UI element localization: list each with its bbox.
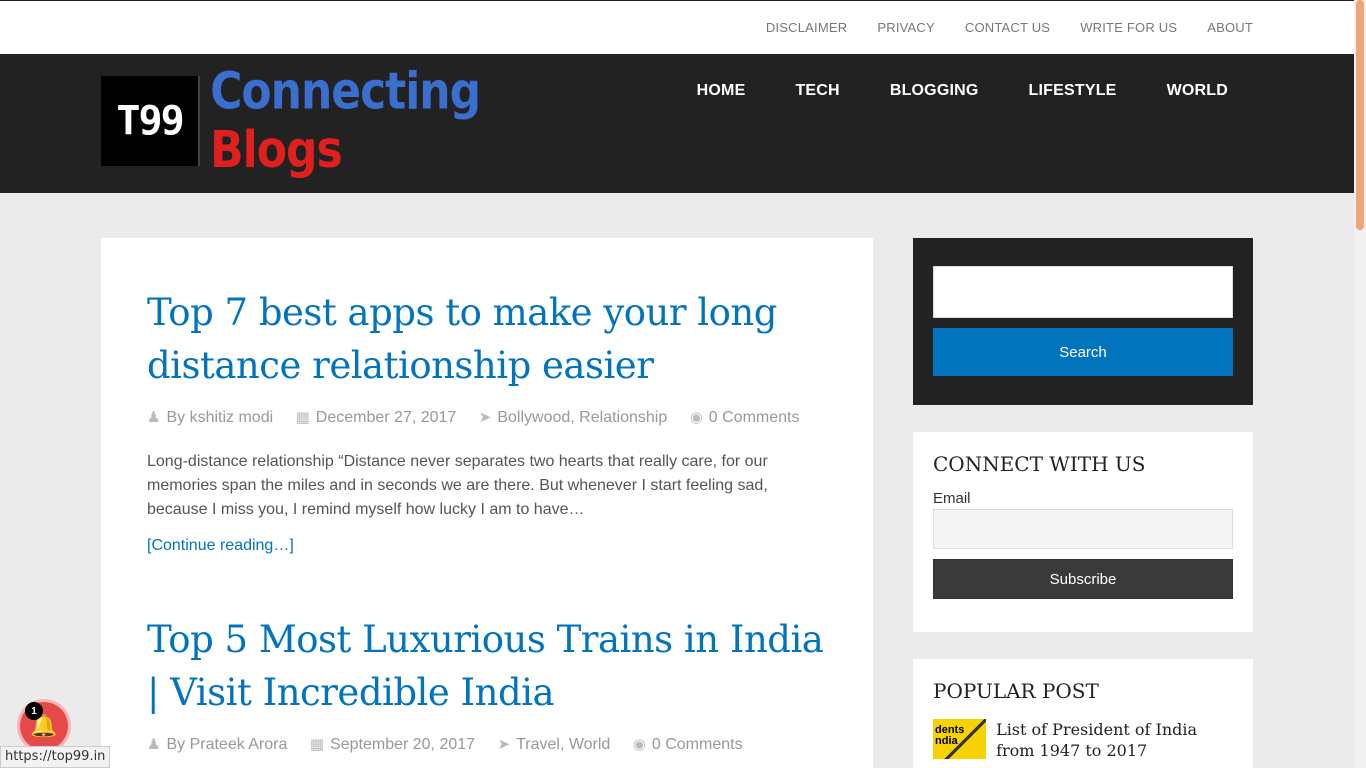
user-icon: ♟ [147, 736, 161, 753]
popular-post-widget: POPULAR POST dents ndia List of Presiden… [913, 659, 1253, 768]
post-meta: ♟ By Prateek Arora ▦ September 20, 2017 ➤ T… [147, 733, 827, 757]
notification-count-badge: 1 [25, 702, 43, 720]
email-label: Email [933, 490, 971, 507]
post-title[interactable]: Top 7 best apps to make your long distan… [147, 286, 827, 392]
logo-mark: T99 [101, 76, 201, 166]
post-comments[interactable]: 0 Comments [652, 736, 743, 753]
email-field[interactable] [933, 509, 1233, 549]
post-item: Top 5 Most Luxurious Trains in India | V… [147, 613, 827, 757]
utility-links: DISCLAIMER PRIVACY CONTACT US WRITE FOR … [766, 20, 1253, 35]
post-list: Top 7 best apps to make your long distan… [101, 238, 873, 768]
post-date[interactable]: September 20, 2017 [330, 736, 475, 753]
site-logo[interactable]: T99 Connecting Blogs [101, 62, 606, 180]
popular-post-title[interactable]: List of President of India from 1947 to … [996, 719, 1233, 761]
site-header: T99 Connecting Blogs HOME TECH BLOGGING … [0, 54, 1354, 193]
nav-home[interactable]: HOME [697, 82, 746, 100]
post-item: Top 7 best apps to make your long distan… [147, 286, 827, 555]
post-comments[interactable]: 0 Comments [709, 409, 800, 426]
post-categories[interactable]: Travel, World [516, 736, 610, 753]
top-utility-bar: DISCLAIMER PRIVACY CONTACT US WRITE FOR … [0, 0, 1354, 54]
link-write-for-us[interactable]: WRITE FOR US [1080, 20, 1177, 35]
connect-widget: CONNECT WITH US Email Subscribe [913, 432, 1253, 632]
tags-icon: ➤ [478, 409, 492, 426]
logo-text-red: Blogs [210, 121, 343, 180]
comment-icon: ◉ [632, 736, 646, 753]
link-contact-us[interactable]: CONTACT US [965, 20, 1050, 35]
post-title[interactable]: Top 5 Most Luxurious Trains in India | V… [147, 613, 827, 719]
post-author[interactable]: By kshitiz modi [166, 409, 273, 426]
nav-blogging[interactable]: BLOGGING [890, 82, 979, 100]
logo-text: Connecting Blogs [210, 62, 606, 179]
connect-title: CONNECT WITH US [933, 452, 1146, 476]
post-author[interactable]: By Prateek Arora [166, 736, 287, 753]
tags-icon: ➤ [497, 736, 511, 753]
comment-icon: ◉ [689, 409, 703, 426]
post-excerpt: Long-distance relationship “Distance nev… [147, 453, 768, 518]
link-disclaimer[interactable]: DISCLAIMER [766, 20, 847, 35]
scrollbar-thumb[interactable] [1356, 0, 1364, 230]
main-nav: HOME TECH BLOGGING LIFESTYLE WORLD [697, 82, 1228, 100]
user-icon: ♟ [147, 409, 161, 426]
search-widget: Search [913, 238, 1253, 405]
browser-status-url: https://top99.in [0, 746, 111, 768]
popular-post-thumbnail[interactable]: dents ndia [933, 719, 987, 759]
calendar-icon: ▦ [295, 409, 310, 426]
search-input[interactable] [933, 266, 1233, 318]
subscribe-button[interactable]: Subscribe [933, 559, 1233, 599]
search-button[interactable]: Search [933, 328, 1233, 376]
nav-world[interactable]: WORLD [1167, 82, 1228, 100]
continue-reading-link[interactable]: [Continue reading…] [147, 537, 294, 555]
logo-text-blue: Connecting [210, 62, 481, 121]
page-scrollbar[interactable] [1354, 0, 1366, 768]
thumbnail-text: dents ndia [935, 724, 965, 747]
popular-title: POPULAR POST [933, 679, 1099, 703]
nav-tech[interactable]: TECH [795, 82, 839, 100]
post-meta: ♟ By kshitiz modi ▦ December 27, 2017 ➤ Bol… [147, 406, 827, 430]
calendar-icon: ▦ [309, 736, 325, 753]
link-privacy[interactable]: PRIVACY [877, 20, 935, 35]
link-about[interactable]: ABOUT [1207, 20, 1253, 35]
post-date[interactable]: December 27, 2017 [316, 409, 457, 426]
nav-lifestyle[interactable]: LIFESTYLE [1029, 82, 1117, 100]
popular-post-item[interactable]: dents ndia List of President of India fr… [933, 719, 1233, 761]
post-categories[interactable]: Bollywood, Relationship [497, 409, 667, 426]
